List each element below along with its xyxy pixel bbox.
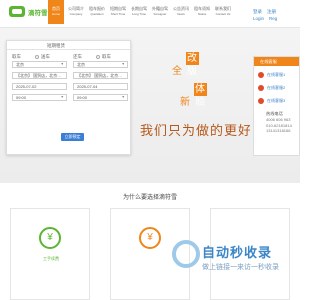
site-logo[interactable]: 滴符雪 <box>9 6 48 17</box>
nav-news[interactable]: 公告资讯 News <box>172 0 190 24</box>
return-date-input[interactable]: 2025-07-04 <box>73 83 128 90</box>
nav-home[interactable]: 首页 Home <box>48 0 64 24</box>
nav-short-time[interactable]: 短期自驾 Short Time <box>109 0 127 24</box>
qq-icon <box>258 97 264 104</box>
qq-icon <box>258 71 264 78</box>
tab-divider <box>7 49 132 50</box>
watermark-sub-text: 做上链接一来访一秒收录 <box>202 264 279 271</box>
return-pickup-label: 取车 <box>102 54 111 59</box>
qq-service-1[interactable]: 在线客服1 <box>254 66 299 79</box>
hero-line-1: 全 改版 <box>172 52 199 77</box>
main-nav: 首页 Home 公司简介 Company 租车报价 Quotation 短期自驾 Sho… <box>48 0 235 24</box>
section-title: 为什么要选择滴符雪 <box>122 195 177 201</box>
hero-slogan: 我们只为做的更好 <box>140 123 250 138</box>
pickup-store-select[interactable]: 【北京】 国贸店，北京… <box>12 72 67 79</box>
nav-contact[interactable]: 联系我们 Contact Us <box>214 0 232 24</box>
pickup-time-select[interactable]: 09:00 ▼ <box>12 94 67 101</box>
top-header: 滴符雪 首页 Home 公司简介 Company 租车报价 Quotation 短期自… <box>0 0 300 28</box>
pickup-column: 取车 送车 北京 ▼ 【北京】 国贸店，北京… 2025-07-02 09:00 ▼ <box>12 53 67 105</box>
nav-foreigner[interactable]: 外籍自驾 Foreigner <box>151 0 169 24</box>
feature-label: 工手续费 <box>43 256 59 261</box>
pickup-delivery-label: 送车 <box>41 54 50 59</box>
watermark-main-text: 自动秒收录 <box>202 245 273 260</box>
logo-car-icon <box>9 6 25 17</box>
watermark-overlay: 自动秒收录 做上链接一来访一秒收录 <box>170 238 290 278</box>
book-now-button[interactable]: 立即预定 <box>61 133 84 141</box>
nav-notice[interactable]: 租车须知 Notice <box>193 0 211 24</box>
register-en-link[interactable]: Reg <box>269 16 277 21</box>
chevron-down-icon: ▼ <box>60 95 64 99</box>
nav-company[interactable]: 公司简介 Company <box>67 0 85 24</box>
customer-service-panel: 在线客服 在线客服1 在线客服2 在线客服3 热线电话 4006 606 963… <box>253 56 300 156</box>
yuan-icon: ¥ <box>39 227 61 249</box>
chevron-down-icon: ▼ <box>121 62 125 66</box>
qq-service-2[interactable]: 在线客服2 <box>254 79 299 92</box>
qq-service-3[interactable]: 在线客服3 <box>254 92 299 105</box>
qq-icon <box>258 84 264 91</box>
auth-links: 登录 注册 Login Reg <box>253 8 282 22</box>
watermark-logo-icon <box>172 240 200 268</box>
pickup-delivery-radio[interactable] <box>35 54 39 59</box>
nav-long-time[interactable]: 长期自驾 Long Time <box>130 0 148 24</box>
login-link[interactable]: 登录 <box>253 9 262 14</box>
nav-quotation[interactable]: 租车报价 Quotation <box>88 0 106 24</box>
feature-card: ¥ 工手续费 <box>10 208 90 300</box>
panel-title: 在线客服 <box>254 57 299 66</box>
return-time-select[interactable]: 09:00 ▼ <box>73 94 128 101</box>
return-store-select[interactable]: 【北京】 国贸店，北京… <box>73 72 128 79</box>
chevron-down-icon: ▼ <box>121 95 125 99</box>
hero-line-2: 新 体验 <box>180 83 207 108</box>
hotline-number-3: 13141318166 <box>266 128 291 133</box>
return-column: 还车 取车 北京 ▼ 【北京】 国贸店，北京… 2025-07-04 09:00 ▼ <box>73 53 128 105</box>
pickup-city-select[interactable]: 北京 ▼ <box>12 61 67 68</box>
logo-text: 滴符雪 <box>28 9 48 17</box>
return-pickup-radio[interactable] <box>96 54 100 59</box>
pickup-label: 取车 <box>12 54 21 59</box>
return-city-select[interactable]: 北京 ▼ <box>73 61 128 68</box>
register-link[interactable]: 注册 <box>267 9 276 14</box>
chevron-down-icon: ▼ <box>60 62 64 66</box>
yuan-icon: ¥ <box>139 227 161 249</box>
booking-form: 短期租赁 取车 送车 北京 ▼ 【北京】 国贸店，北京… 2025-07-02 09… <box>6 40 132 155</box>
pickup-date-input[interactable]: 2025-07-02 <box>12 83 67 90</box>
login-en-link[interactable]: Login <box>253 16 264 21</box>
return-label: 还车 <box>73 54 82 59</box>
